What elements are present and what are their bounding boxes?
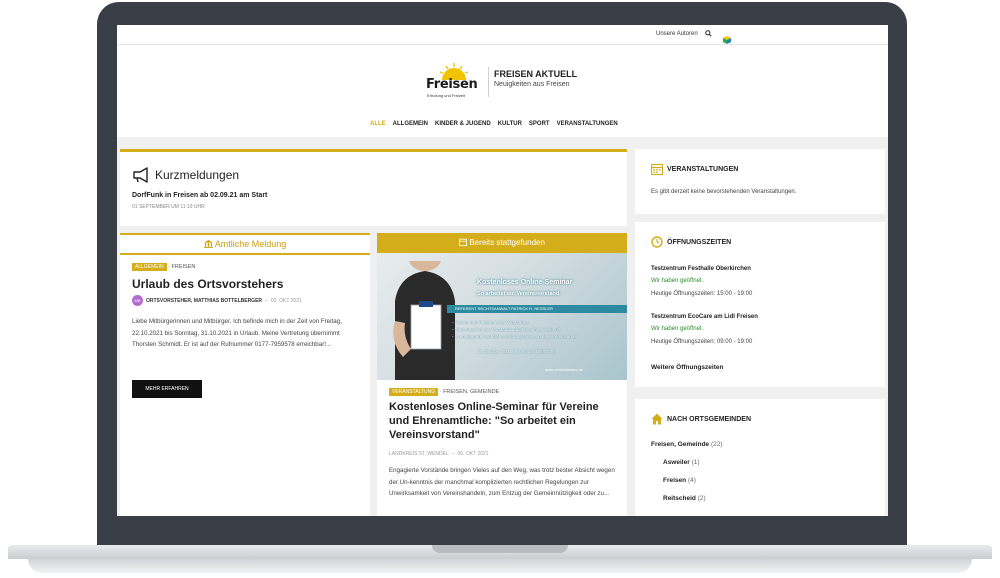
app-cube-icon[interactable] bbox=[723, 31, 731, 44]
calendar-icon bbox=[459, 238, 468, 246]
towns-widget: NACH ORTSGEMEINDEN Freisen, Gemeinde (22… bbox=[635, 399, 885, 516]
banner-subtitle: So arbeitet ein Vereinsvorstand bbox=[477, 291, 560, 297]
category-label[interactable]: FREISEN bbox=[172, 264, 196, 270]
opening-hours-widget: ÖFFNUNGSZEITEN Testzentrum Festhalle Obe… bbox=[635, 222, 885, 387]
events-empty-text: Es gibt derzeit keine bevorstehenden Ver… bbox=[651, 189, 797, 195]
post-author[interactable]: LANDKREIS ST. WENDEL bbox=[389, 451, 449, 457]
nav-item-veranstaltungen[interactable]: VERANSTALTUNGEN bbox=[557, 121, 618, 127]
authors-link[interactable]: Unsere Autoren bbox=[656, 31, 698, 37]
events-widget-header: VERANSTALTUNGEN bbox=[651, 163, 738, 175]
nav-item-kultur[interactable]: KULTUR bbox=[498, 121, 522, 127]
category-tag[interactable]: ALLGEMEIN bbox=[132, 263, 167, 271]
kurzmeldung-headline[interactable]: DorfFunk in Freisen ab 02.09.21 am Start bbox=[132, 192, 267, 199]
banner-title: Kostenloses Online-Seminar bbox=[477, 279, 573, 286]
logo-tagline: Erholung und Freizeit bbox=[427, 93, 466, 98]
home-icon bbox=[651, 413, 663, 425]
amtliche-meldung-header: Amtliche Meldung bbox=[120, 233, 370, 255]
place-hours: Heutige Öffnungszeiten: 09:00 - 19:00 bbox=[651, 339, 753, 345]
megaphone-icon bbox=[132, 167, 150, 183]
towns-widget-header: NACH ORTSGEMEINDEN bbox=[651, 413, 751, 425]
bereits-stattgefunden-card: Bereits stattgefunden Kostenloses Online… bbox=[377, 233, 627, 516]
more-hours-link[interactable]: Weitere Öffnungszeiten bbox=[651, 364, 723, 371]
person-with-clipboard-image bbox=[393, 261, 455, 380]
post-title[interactable]: Urlaub des Ortsvorstehers bbox=[132, 277, 283, 291]
banner-referent: REFERENT RECHTSANWALT PATRICK R. NESSLER bbox=[447, 305, 627, 313]
post-categories: ALLGEMEIN · FREISEN bbox=[132, 263, 195, 271]
post-categories: VERANSTALTUNG · FREISEN, GEMEINDE bbox=[389, 388, 499, 396]
post-date: 06. OKT 2021 bbox=[457, 451, 489, 457]
building-icon bbox=[203, 240, 213, 248]
post-title[interactable]: Kostenloses Online-Seminar für Vereine u… bbox=[389, 400, 619, 442]
towns-widget-title: NACH ORTSGEMEINDEN bbox=[667, 415, 752, 423]
place-name: Testzentrum EcoCare am Lidl Freisen bbox=[651, 314, 758, 320]
bereits-header: Bereits stattgefunden bbox=[377, 233, 627, 253]
nav-item-alle[interactable]: ALLE bbox=[370, 121, 386, 127]
banner-date: 13. Oktober 2021 | 17:00 bis 19:00 Uhr bbox=[477, 349, 555, 354]
bereits-title: Bereits stattgefunden bbox=[469, 238, 545, 247]
nav-item-allgemein[interactable]: ALLGEMEIN bbox=[393, 121, 428, 127]
banner-bullets: - Rechte und Pflichten des Vorstandes - … bbox=[452, 320, 579, 339]
post-excerpt: Liebe Mitbürgerinnen und Mitbürger. Ich … bbox=[132, 318, 342, 349]
post-excerpt: Engagierte Vorstände bringen Vieles auf … bbox=[389, 467, 615, 498]
town-root-item[interactable]: Freisen, Gemeinde (22) bbox=[651, 441, 723, 448]
site-subtitle: Neuigkeiten aus Freisen bbox=[494, 81, 570, 88]
opening-hours-header: ÖFFNUNGSZEITEN bbox=[651, 236, 731, 248]
place-status: Wir haben geöffnet. bbox=[651, 278, 704, 284]
main-nav: ALLE ALLGEMEIN KINDER & JUGEND KULTUR SP… bbox=[117, 117, 888, 137]
category-tag[interactable]: VERANSTALTUNG bbox=[389, 388, 439, 396]
logo-word: Freisen bbox=[426, 77, 478, 92]
post-meta: LANDKREIS ST. WENDEL – 06. OKT 2021 bbox=[389, 451, 489, 457]
laptop-base bbox=[0, 545, 1000, 578]
calendar-icon bbox=[651, 163, 663, 175]
nav-item-kinder-jugend[interactable]: KINDER & JUGEND bbox=[435, 121, 491, 127]
town-item[interactable]: Freisen (4) bbox=[663, 477, 696, 484]
kurzmeldungen-title: Kurzmeldungen bbox=[155, 168, 240, 182]
avatar: MB bbox=[132, 295, 143, 306]
clock-icon bbox=[651, 236, 663, 248]
site-title[interactable]: FREISEN AKTUELL bbox=[494, 69, 577, 79]
kurzmeldung-date: 01 SEPTEMBER UM 11:19 UHR bbox=[132, 204, 205, 210]
place-name: Testzentrum Festhalle Oberkirchen bbox=[651, 266, 751, 272]
amtliche-meldung-title: Amtliche Meldung bbox=[214, 239, 287, 249]
opening-hours-title: ÖFFNUNGSZEITEN bbox=[667, 238, 732, 246]
town-item[interactable]: Reitscheid (2) bbox=[663, 495, 706, 502]
town-item[interactable]: Asweiler (1) bbox=[663, 459, 700, 466]
more-button[interactable]: MEHR ERFAHREN bbox=[132, 380, 202, 398]
events-widget-title: VERANSTALTUNGEN bbox=[667, 165, 739, 173]
place-hours: Heutige Öffnungszeiten: 15:00 - 19:00 bbox=[651, 291, 753, 297]
place-status: Wir haben geöffnet. bbox=[651, 326, 704, 332]
category-label[interactable]: FREISEN, GEMEINDE bbox=[443, 389, 499, 395]
kurzmeldungen-card: Kurzmeldungen DorfFunk in Freisen ab 02.… bbox=[120, 149, 627, 226]
search-icon[interactable] bbox=[705, 30, 712, 39]
event-banner-image[interactable]: Kostenloses Online-Seminar So arbeitet e… bbox=[377, 253, 627, 380]
brand-divider bbox=[488, 67, 489, 97]
browser-screen: Unsere Autoren Freisen Erholung und Frei… bbox=[117, 25, 888, 516]
freisen-logo[interactable]: Freisen Erholung und Freizeit bbox=[425, 63, 483, 103]
top-bar: Unsere Autoren bbox=[117, 25, 888, 45]
nav-item-sport[interactable]: SPORT bbox=[529, 121, 550, 127]
amtliche-meldung-card: Amtliche Meldung ALLGEMEIN · FREISEN Url… bbox=[120, 233, 370, 516]
post-date: 02. OKT 2021 bbox=[270, 297, 302, 304]
post-author[interactable]: ORTSVORSTEHER, MATTHIAS BOTTELBERGER bbox=[146, 298, 262, 304]
post-meta: MB ORTSVORSTEHER, MATTHIAS BOTTELBERGER … bbox=[132, 295, 302, 306]
events-widget: VERANSTALTUNGEN Es gibt derzeit keine be… bbox=[635, 149, 885, 214]
banner-website: www.vereinsbuero.de bbox=[545, 367, 584, 372]
